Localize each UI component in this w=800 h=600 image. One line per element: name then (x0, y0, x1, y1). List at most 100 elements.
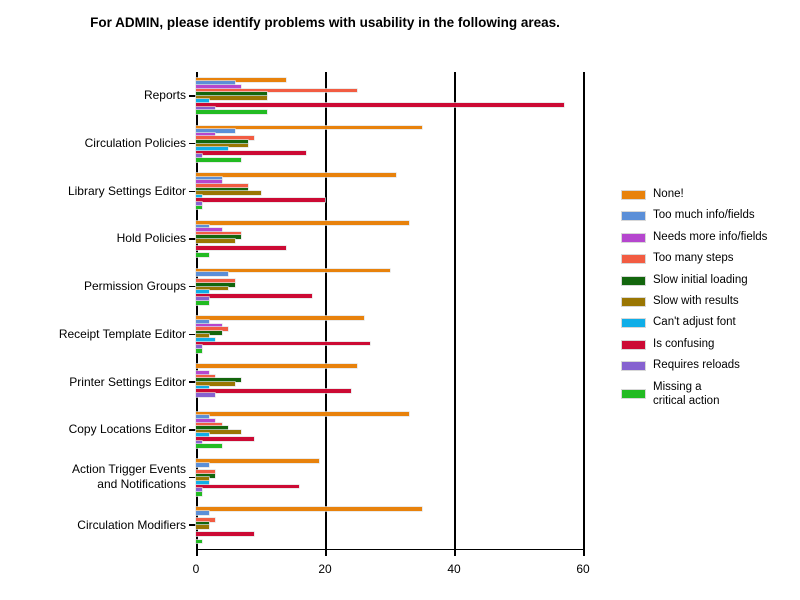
legend-label: Too much info/fields (653, 209, 755, 222)
y-axis-label-7: Copy Locations Editor (68, 422, 186, 437)
bar (196, 198, 325, 203)
bar (196, 316, 364, 321)
bar-group-5 (196, 316, 583, 353)
y-axis-label-4: Permission Groups (83, 279, 186, 294)
bar-group-9 (196, 507, 583, 544)
legend-item-4[interactable]: Slow initial loading (621, 273, 796, 289)
bar-group-8 (196, 459, 583, 496)
legend-item-9[interactable]: Missing a critical action (621, 380, 796, 408)
x-tick-mark-60 (583, 549, 585, 556)
legend-item-8[interactable]: Requires reloads (621, 358, 796, 374)
bar (196, 459, 319, 464)
legend-item-3[interactable]: Too many steps (621, 251, 796, 267)
bar (196, 491, 203, 496)
bar (196, 484, 300, 489)
bar (196, 205, 203, 210)
y-tick-mark (189, 381, 196, 383)
legend-swatch-icon (621, 211, 646, 222)
bar (196, 510, 209, 515)
legend-swatch-icon (621, 318, 646, 329)
legend-item-1[interactable]: Too much info/fields (621, 208, 796, 224)
chart-title: For ADMIN, please identify problems with… (90, 15, 560, 30)
bar-chart: For ADMIN, please identify problems with… (0, 0, 800, 600)
bar (196, 150, 306, 155)
bar-group-6 (196, 364, 583, 400)
bar-group-7 (196, 411, 583, 448)
bar (196, 411, 409, 416)
bar (196, 436, 255, 441)
legend-item-0[interactable]: None! (621, 187, 796, 203)
x-tick-label-0: 0 (192, 562, 200, 576)
legend-label: Needs more info/fields (653, 230, 768, 243)
y-axis-label-5: Receipt Template Editor (58, 326, 186, 341)
x-tick-mark-40 (454, 549, 456, 556)
legend-swatch-icon (621, 254, 646, 265)
legend-swatch-icon (621, 388, 646, 399)
bar-group-3 (196, 220, 583, 258)
legend-item-2[interactable]: Needs more info/fields (621, 230, 796, 246)
y-tick-mark (189, 429, 196, 431)
bar (196, 525, 209, 529)
bar-group-0 (196, 77, 583, 115)
y-tick-mark (189, 476, 196, 479)
bar (196, 348, 203, 353)
legend-item-7[interactable]: Is confusing (621, 337, 796, 353)
legend-label: Too many steps (653, 252, 734, 265)
y-tick-mark (189, 333, 196, 336)
y-tick-mark (189, 95, 196, 97)
chart-legend: None! Too much info/fields Needs more info… (621, 187, 796, 413)
x-tick-label-20: 20 (318, 562, 332, 576)
bar (196, 364, 358, 368)
bar (196, 173, 396, 178)
legend-swatch-icon (621, 275, 646, 286)
bar-group-4 (196, 268, 583, 305)
gridline-60 (583, 72, 585, 549)
bar (196, 463, 209, 467)
x-tick-mark-0 (196, 549, 198, 556)
y-tick-mark (189, 524, 196, 526)
x-axis-line (196, 548, 583, 550)
bar (196, 539, 203, 544)
y-axis-label-6: Printer Settings Editor (69, 374, 186, 389)
y-tick-mark (189, 190, 196, 192)
bar (196, 532, 255, 537)
bar (196, 389, 351, 394)
legend-swatch-icon (621, 339, 646, 350)
legend-item-5[interactable]: Slow with results (621, 294, 796, 310)
bar (196, 220, 409, 225)
y-axis-label-9: Circulation Modifiers (77, 517, 186, 532)
y-tick-mark (189, 142, 196, 145)
legend-swatch-icon (621, 232, 646, 243)
legend-swatch-icon (621, 296, 646, 307)
legend-item-6[interactable]: Can't adjust font (621, 315, 796, 331)
legend-label: Requires reloads (653, 359, 740, 372)
legend-label: Slow initial loading (653, 273, 748, 286)
bar (196, 253, 209, 258)
x-tick-label-60: 60 (576, 562, 590, 576)
y-axis-label-2: Library Settings Editor (67, 183, 186, 198)
legend-label: None! (653, 188, 684, 200)
bar (196, 110, 267, 115)
bar (196, 103, 564, 107)
bar (196, 246, 287, 250)
bar (196, 341, 371, 346)
bar (196, 191, 261, 196)
bar-group-2 (196, 173, 583, 210)
bar (196, 293, 313, 298)
y-tick-mark (189, 285, 196, 288)
y-axis-label-8: Action Trigger Events and Notifications (71, 462, 186, 492)
y-axis-label-3: Hold Policies (116, 231, 186, 246)
bar (196, 238, 235, 243)
bar (196, 272, 229, 277)
legend-label: Can't adjust font (653, 316, 736, 329)
y-tick-mark (189, 238, 196, 240)
x-tick-label-40: 40 (447, 562, 461, 576)
bar (196, 444, 222, 448)
x-tick-mark-20 (325, 549, 327, 556)
bar-group-1 (196, 125, 583, 162)
legend-label: Slow with results (653, 294, 739, 307)
y-axis-label-1: Circulation Policies (84, 136, 186, 151)
legend-label: Missing a critical action (653, 380, 720, 407)
bar (196, 301, 209, 305)
bar (196, 392, 216, 397)
